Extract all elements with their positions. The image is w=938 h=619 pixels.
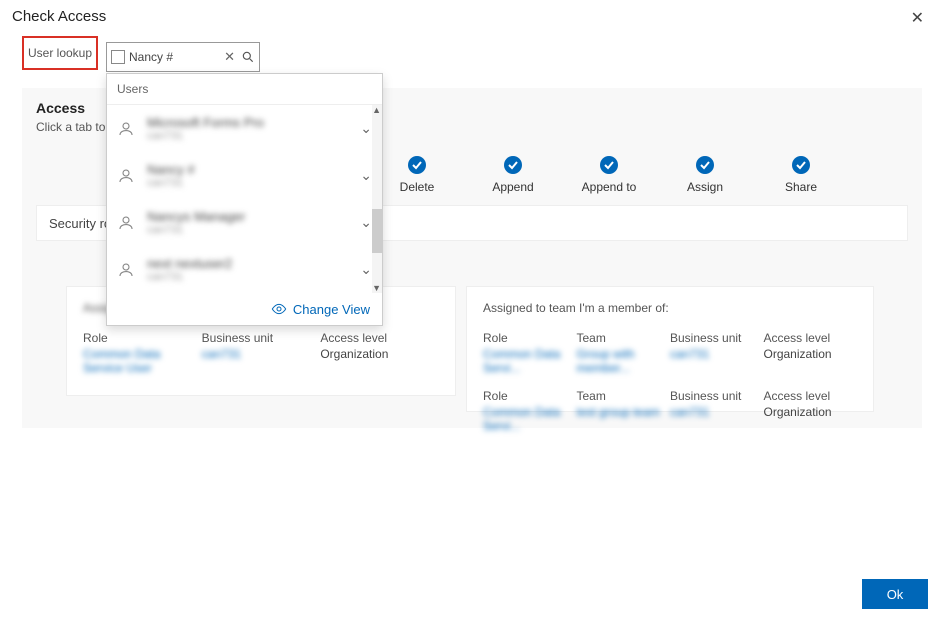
col-al-value: Organization xyxy=(764,347,858,361)
col-bu-value[interactable]: can731 xyxy=(670,347,764,361)
chevron-down-icon[interactable]: ⌄ xyxy=(360,120,372,137)
permission-label: Append xyxy=(492,180,533,194)
person-icon xyxy=(117,214,135,232)
chevron-down-icon[interactable]: ⌄ xyxy=(360,214,372,231)
clear-tag-icon[interactable]: ✕ xyxy=(224,49,235,65)
panel-title: Assigned to team I'm a member of: xyxy=(483,301,857,315)
col-bu-value[interactable]: can731 xyxy=(670,405,764,419)
dropdown-item[interactable]: Nancy #can731 ⌄ xyxy=(107,152,382,199)
permission-label: Assign xyxy=(687,180,723,194)
col-team-value[interactable]: test group team xyxy=(577,405,671,419)
col-role-header: Role xyxy=(483,331,577,345)
col-al-value: Organization xyxy=(320,347,439,361)
check-icon xyxy=(504,156,522,174)
user-lookup-highlight: User lookup xyxy=(22,36,98,70)
permission-label: Delete xyxy=(400,180,435,194)
user-card-icon xyxy=(111,50,125,64)
permission-delete: Delete xyxy=(390,156,444,194)
dropdown-item[interactable]: Microsoft Forms Procan731 ⌄ xyxy=(107,105,382,152)
dd-name: Nancy # xyxy=(147,162,360,177)
col-bu-header: Business unit xyxy=(670,389,764,403)
dropdown-header: Users xyxy=(107,74,382,105)
col-team-value[interactable]: Group with member... xyxy=(577,347,671,375)
col-bu-value[interactable]: can731 xyxy=(202,347,321,361)
user-lookup-dropdown: Users Microsoft Forms Procan731 ⌄ Nancy … xyxy=(106,73,383,326)
close-icon[interactable]: ✕ xyxy=(911,8,924,28)
permission-append: Append xyxy=(486,156,540,194)
check-icon xyxy=(408,156,426,174)
scroll-up-icon[interactable]: ▲ xyxy=(372,105,381,115)
col-bu-header: Business unit xyxy=(202,331,321,345)
check-icon xyxy=(600,156,618,174)
user-lookup-value: Nancy # xyxy=(129,50,218,64)
permissions-row: Delete Append Append to Assign Share xyxy=(390,156,828,194)
dialog-title: Check Access xyxy=(12,8,106,25)
scroll-down-icon[interactable]: ▼ xyxy=(372,283,381,293)
person-icon xyxy=(117,261,135,279)
dd-name: Microsoft Forms Pro xyxy=(147,115,360,130)
change-view-link[interactable]: Change View xyxy=(293,302,370,317)
col-role-header: Role xyxy=(83,331,202,345)
scroll-thumb[interactable] xyxy=(372,209,382,253)
col-al-value: Organization xyxy=(764,405,858,419)
col-team-header: Team xyxy=(577,389,671,403)
col-role-value[interactable]: Common Data Servi... xyxy=(483,347,577,375)
permission-label: Append to xyxy=(582,180,637,194)
dd-name: next nextuser2 xyxy=(147,256,360,271)
col-bu-header: Business unit xyxy=(670,331,764,345)
dd-sub: can731 xyxy=(147,224,360,236)
user-lookup-label: User lookup xyxy=(28,46,92,60)
permission-append-to: Append to xyxy=(582,156,636,194)
access-subtitle: Click a tab to xyxy=(36,120,105,134)
scrollbar[interactable]: ▲ ▼ xyxy=(372,105,382,293)
col-al-header: Access level xyxy=(764,389,858,403)
check-icon xyxy=(696,156,714,174)
assigned-team-panel: Assigned to team I'm a member of: Role C… xyxy=(466,286,874,412)
search-icon[interactable] xyxy=(241,50,255,64)
dd-name: Nancys Manager xyxy=(147,209,360,224)
eye-icon xyxy=(271,301,287,317)
dropdown-body: Microsoft Forms Procan731 ⌄ Nancy #can73… xyxy=(107,105,382,293)
person-icon xyxy=(117,167,135,185)
chevron-down-icon[interactable]: ⌄ xyxy=(360,167,372,184)
permission-label: Share xyxy=(785,180,817,194)
col-team-header: Team xyxy=(577,331,671,345)
tab-label: Security rol xyxy=(49,216,114,231)
permission-share: Share xyxy=(774,156,828,194)
col-role-value[interactable]: Common Data Service User xyxy=(83,347,202,375)
person-icon xyxy=(117,120,135,138)
col-role-value[interactable]: Common Data Servi... xyxy=(483,405,577,433)
dropdown-item[interactable]: Nancys Managercan731 ⌄ xyxy=(107,199,382,246)
dropdown-footer: Change View xyxy=(107,293,382,325)
permission-assign: Assign xyxy=(678,156,732,194)
user-lookup-field[interactable]: Nancy # ✕ xyxy=(106,42,260,72)
access-heading: Access xyxy=(36,100,85,116)
dd-sub: can731 xyxy=(147,177,360,189)
dropdown-item[interactable]: next nextuser2can731 ⌄ xyxy=(107,246,382,293)
check-icon xyxy=(792,156,810,174)
dd-sub: can731 xyxy=(147,130,360,142)
chevron-down-icon[interactable]: ⌄ xyxy=(360,261,372,278)
col-role-header: Role xyxy=(483,389,577,403)
col-al-header: Access level xyxy=(764,331,858,345)
dd-sub: can731 xyxy=(147,271,360,283)
col-al-header: Access level xyxy=(320,331,439,345)
ok-button[interactable]: Ok xyxy=(862,579,928,609)
